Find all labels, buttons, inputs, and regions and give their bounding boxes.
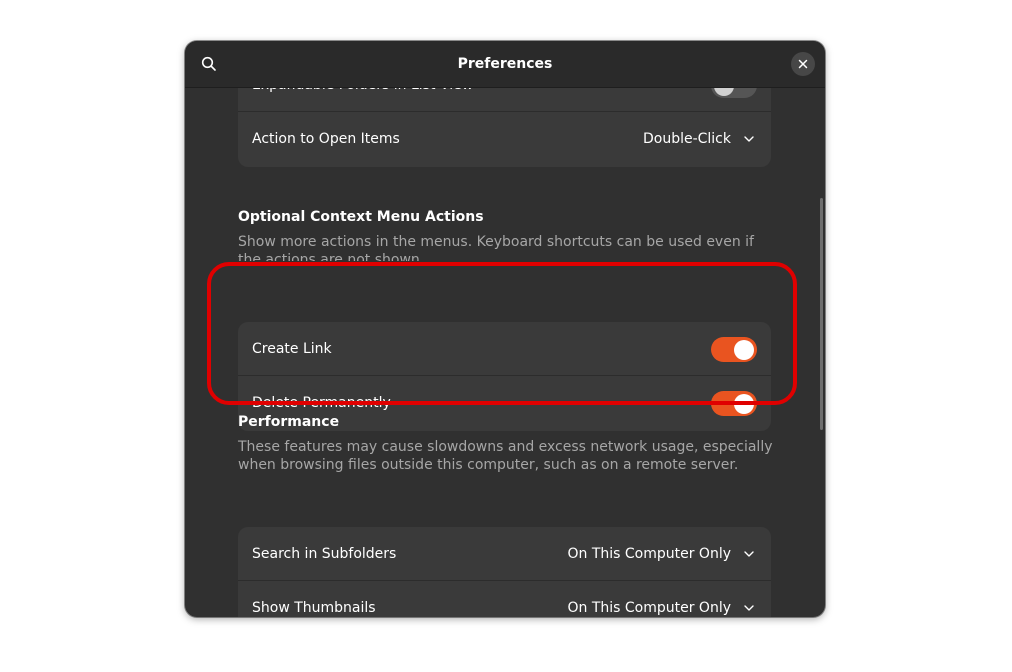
- expandable-folders-toggle[interactable]: [711, 88, 757, 98]
- row-label: Show Thumbnails: [252, 600, 376, 616]
- context-section-title: Optional Context Menu Actions: [238, 209, 484, 225]
- action-open-row[interactable]: Action to Open Items Double-Click: [238, 112, 771, 167]
- chevron-down-icon[interactable]: [743, 602, 755, 614]
- toggle-knob: [714, 88, 734, 96]
- general-group: Expandable Folders in List View Action t…: [238, 88, 771, 167]
- chevron-down-icon[interactable]: [743, 548, 755, 560]
- action-open-value[interactable]: Double-Click: [643, 112, 731, 166]
- close-icon: [798, 59, 808, 69]
- search-subfolders-value[interactable]: On This Computer Only: [567, 527, 731, 581]
- performance-group: Search in Subfolders On This Computer On…: [238, 527, 771, 617]
- search-subfolders-row[interactable]: Search in Subfolders On This Computer On…: [238, 527, 771, 581]
- row-label: Expandable Folders in List View: [252, 88, 473, 112]
- performance-section-title: Performance: [238, 414, 340, 430]
- show-thumbnails-value[interactable]: On This Computer Only: [567, 581, 731, 617]
- highlight-annotation: [207, 262, 797, 405]
- scrollbar[interactable]: [820, 198, 823, 430]
- context-section-description: Show more actions in the menus. Keyboard…: [238, 234, 754, 261]
- header-bar: Preferences: [185, 41, 825, 88]
- expandable-folders-row[interactable]: Expandable Folders in List View: [238, 88, 771, 112]
- show-thumbnails-row[interactable]: Show Thumbnails On This Computer Only: [238, 581, 771, 617]
- row-label: Search in Subfolders: [252, 546, 397, 562]
- window-title: Preferences: [457, 56, 553, 72]
- row-label: Action to Open Items: [252, 131, 400, 147]
- performance-section-description: These features may cause slowdowns and e…: [238, 439, 773, 473]
- chevron-down-icon[interactable]: [743, 133, 755, 145]
- close-button[interactable]: [791, 52, 815, 76]
